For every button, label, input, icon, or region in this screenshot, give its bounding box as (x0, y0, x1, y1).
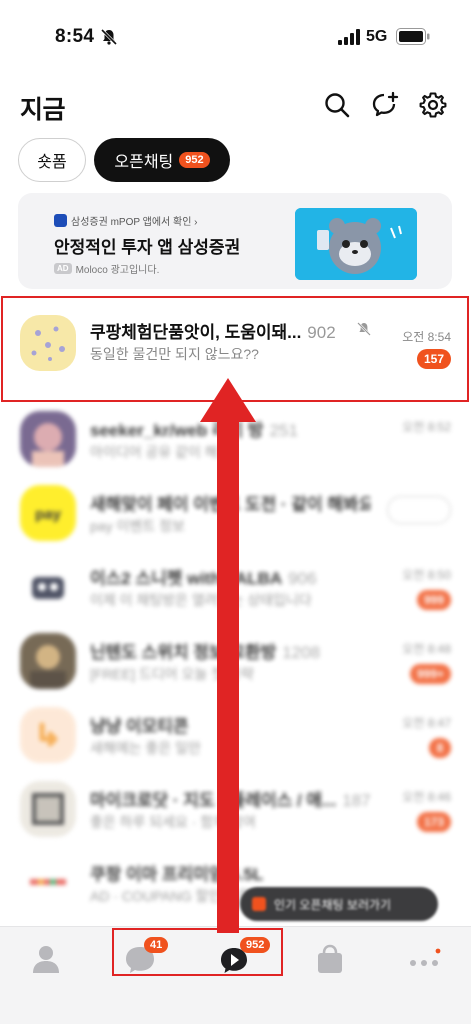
ad-tag: AD (54, 263, 72, 274)
unread-badge: 999 (416, 590, 451, 610)
chat-avatar (20, 411, 76, 467)
chip-label: 숏폼 (37, 154, 67, 171)
chat-title: 이스2 스니펫 with TALBA (90, 569, 283, 588)
unread-badge: 8 (429, 738, 451, 758)
chip-openchat[interactable]: 오픈채팅 952 (94, 138, 230, 182)
chat-avatar (20, 315, 76, 371)
chat-name: 이스2 스니펫 with TALBA 906 (90, 564, 317, 589)
mpop-logo-icon (54, 214, 67, 227)
chat-avatar (20, 781, 76, 837)
chat-avatar (20, 633, 76, 689)
chat-room-row[interactable]: seeker_kr/web 리기 방 251 아이디어 공유 같이 해요 오전 8… (0, 402, 471, 476)
chat-name: 쿠팡체험단품앗이, 도움이돼... 902 (90, 318, 336, 343)
ad-footer: AD Moloco 광고입니다. (54, 261, 159, 276)
chat-title: 닌텐도 스위치 정보 교환방 (90, 643, 277, 662)
chat-time: 오전 8:54 (402, 330, 451, 344)
chat-last-message: [FREE] 드디어 오늘 첫 공략 (90, 666, 254, 682)
chat-time: 오전 8:48 (402, 642, 451, 656)
chat-last-message: 새해에는 좋은 일만 (90, 740, 201, 756)
tab-shopping-bag-icon[interactable] (310, 939, 350, 979)
chat-name: 새해맞이 페이 이벤트 도전 · 같이 해봐요 (90, 490, 370, 515)
chat-last-message: 동일한 물건만 되지 않느요?? (90, 346, 259, 362)
network-type: 5G (366, 28, 388, 45)
chat-title: 새해맞이 페이 이벤트 도전 · 같이 해봐요 (90, 495, 370, 514)
chat-name: 닌텐도 스위치 정보 교환방 1208 (90, 638, 320, 663)
status-time: 8:54 (55, 26, 95, 47)
member-count: 251 (269, 421, 298, 440)
toast-icon (252, 897, 266, 911)
join-button[interactable] (387, 496, 451, 524)
filter-chips: 숏폼 오픈채팅 952 (0, 136, 471, 186)
settings-gear-icon[interactable] (418, 90, 448, 120)
chat-avatar (20, 559, 76, 615)
ad-image-tiger-mascot (295, 208, 417, 280)
chat-title: 쿠팡 이마 프리미엄 5.5L (90, 865, 264, 884)
chat-time: 오전 8:46 (402, 790, 451, 804)
chat-avatar (20, 707, 76, 763)
chat-last-message: AD · COUPANG 할인 상품 (90, 888, 251, 904)
unread-badge: 157 (416, 349, 451, 369)
page-title: 지금 (20, 96, 66, 124)
chip-shortform[interactable]: 숏폼 (18, 138, 86, 182)
battery-icon (396, 28, 430, 45)
ad-source: 삼성증권 mPOP 앱에서 확인 › (54, 213, 198, 228)
chat-room-row[interactable]: 이스2 스니펫 with TALBA 906 이제 이 채팅방은 열려있는 상태입… (0, 550, 471, 624)
chat-room-row[interactable]: 마이크로닷 · 지도 · 플레이스 / 애... 187 좋은 하루 되세요 · … (0, 772, 471, 846)
member-count: 902 (307, 323, 336, 342)
ad-banner[interactable]: 삼성증권 mPOP 앱에서 확인 › 안정적인 투자 앱 삼성증권 AD Mol… (18, 193, 452, 289)
svg-text:pay: pay (35, 506, 62, 523)
chat-title: 냥냥 이모티콘 (90, 717, 189, 736)
unread-badge: 999+ (409, 664, 451, 684)
chat-room-row[interactable]: pay 새해맞이 페이 이벤트 도전 · 같이 해봐요 pay 이벤트 정보 (0, 476, 471, 550)
chat-last-message: 좋은 하루 되세요 · 함께 참여 (90, 814, 256, 830)
ad-title: 안정적인 투자 앱 삼성증권 (54, 238, 241, 257)
chat-room-row[interactable]: 닌텐도 스위치 정보 교환방 1208 [FREE] 드디어 오늘 첫 공략 오전… (0, 624, 471, 698)
openchat-toast[interactable]: 인기 오픈채팅 보러가기 (240, 887, 438, 921)
signal-icon (338, 29, 360, 45)
new-chat-icon[interactable] (370, 90, 400, 120)
member-count: 1208 (282, 643, 321, 662)
status-bar: 8:54 5G (0, 0, 471, 76)
chat-title: 쿠팡체험단품앗이, 도움이돼... (90, 323, 302, 342)
chat-last-message: pay 이벤트 정보 (90, 518, 185, 534)
chat-name: 쿠팡 이마 프리미엄 5.5L (90, 860, 263, 885)
toast-text: 인기 오픈채팅 보러가기 (274, 897, 392, 912)
chat-last-message: 이제 이 채팅방은 열려있는 상태입니다 (90, 592, 312, 608)
chat-list: 쿠팡체험단품앗이, 도움이돼... 902 동일한 물건만 되지 않느요?? 오전… (0, 296, 471, 920)
unread-badge: 173 (416, 812, 451, 832)
header: 지금 (0, 76, 471, 136)
chip-badge: 952 (179, 152, 210, 168)
chat-time: 오전 8:47 (402, 716, 451, 730)
bell-off-icon (100, 28, 118, 46)
ad-source-text: 삼성증권 mPOP 앱에서 확인 › (71, 217, 198, 228)
member-count: 906 (288, 569, 317, 588)
chat-time: 오전 8:52 (402, 420, 451, 434)
chat-title: 마이크로닷 · 지도 · 플레이스 / 애... (90, 791, 337, 810)
tab-more-icon[interactable] (404, 939, 444, 979)
chat-name: seeker_kr/web 리기 방 251 (90, 416, 298, 441)
chip-label: 오픈채팅 (114, 154, 174, 171)
kakaopay-avatar: pay (20, 485, 76, 541)
chat-avatar (20, 855, 76, 911)
openchat-unread-badge: 952 (240, 937, 271, 953)
chat-room-row[interactable]: 냥냥 이모티콘 새해에는 좋은 일만 오전 8:47 8 (0, 698, 471, 772)
mute-icon (357, 322, 371, 336)
chat-name: 마이크로닷 · 지도 · 플레이스 / 애... 187 (90, 786, 370, 811)
chats-unread-badge: 41 (144, 937, 169, 953)
chat-time: 오전 8:50 (402, 568, 451, 582)
chat-name: 냥냥 이모티콘 (90, 712, 189, 737)
chat-last-message: 아이디어 공유 같이 해요 (90, 444, 231, 460)
chat-room-row[interactable]: 쿠팡체험단품앗이, 도움이돼... 902 동일한 물건만 되지 않느요?? 오전… (0, 296, 471, 402)
bottom-tab-bar: 41 952 (0, 926, 471, 1024)
chat-title: seeker_kr/web 리기 방 (90, 421, 264, 440)
search-icon[interactable] (322, 90, 352, 120)
member-count: 187 (342, 791, 370, 810)
ad-sponsor: Moloco 광고입니다. (75, 265, 160, 276)
tab-friends-person-icon[interactable] (26, 939, 66, 979)
